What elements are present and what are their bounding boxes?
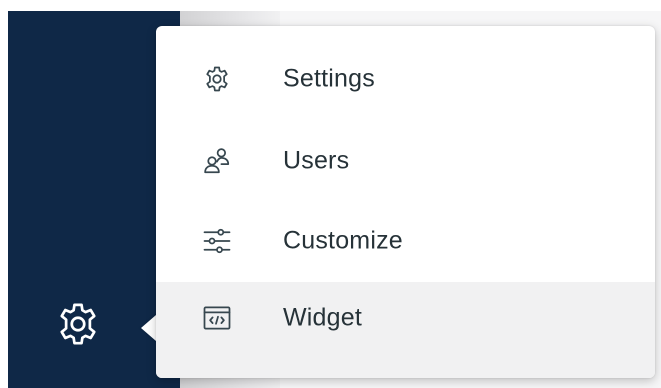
settings-menu-trigger[interactable]	[50, 296, 106, 352]
widget-code-icon	[200, 301, 234, 335]
menu-item-label: Users	[283, 146, 350, 175]
menu-caret	[141, 315, 156, 341]
users-icon	[200, 144, 234, 178]
menu-item-widget[interactable]: Widget	[156, 282, 655, 378]
gear-icon	[53, 299, 103, 349]
menu-item-label: Settings	[283, 64, 375, 93]
sliders-icon	[200, 224, 234, 258]
menu-item-label: Customize	[283, 226, 403, 255]
settings-dropdown-menu: Settings Users Customize Widget	[156, 26, 655, 378]
menu-item-settings[interactable]: Settings	[156, 40, 655, 118]
menu-item-label: Widget	[283, 303, 363, 332]
gear-icon	[200, 62, 234, 96]
menu-item-customize[interactable]: Customize	[156, 202, 655, 280]
menu-item-users[interactable]: Users	[156, 122, 655, 200]
